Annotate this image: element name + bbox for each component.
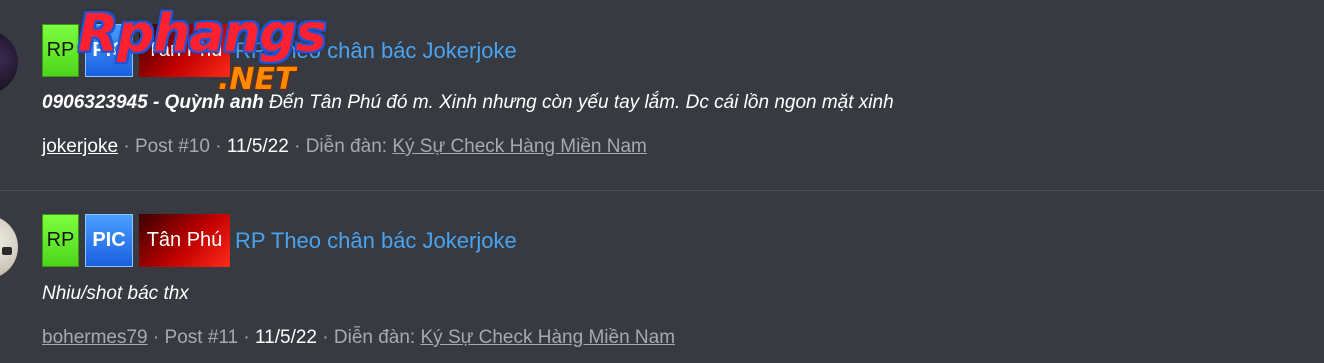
snippet-text: Đến Tân Phú đó m. Xinh nhưng còn yếu tay… <box>263 92 894 113</box>
forum-label: Diễn đàn: <box>333 327 416 348</box>
thread-title-link[interactable]: RP Theo chân bác Jokerjoke <box>235 38 517 64</box>
forum-link[interactable]: Ký Sự Check Hàng Miền Nam <box>392 136 647 157</box>
thread-title-link[interactable]: RP Theo chân bác Jokerjoke <box>235 228 517 254</box>
prefix-tag-pic[interactable]: PIC <box>85 214 133 267</box>
post-snippet[interactable]: Nhiu/shot bác thx <box>42 283 189 305</box>
forum-label: Diễn đàn: <box>305 136 388 157</box>
snippet-text: Nhiu/shot bác thx <box>42 283 189 304</box>
post-meta: bohermes79 · Post #11 · 11/5/22 · Diễn đ… <box>42 327 675 349</box>
thread-title-row: RP PIC Tân Phú RP Theo chân bác Jokerjok… <box>42 23 517 78</box>
meta-separator: · <box>209 136 227 157</box>
meta-separator: · <box>288 136 306 157</box>
thread-title-row: RP PIC Tân Phú RP Theo chân bác Jokerjok… <box>42 213 517 268</box>
prefix-tag-location[interactable]: Tân Phú <box>139 214 230 267</box>
post-date: 11/5/22 <box>255 327 317 348</box>
post-snippet[interactable]: 0906323945 - Quỳnh anh Đến Tân Phú đó m.… <box>42 92 894 114</box>
prefix-tag-pic[interactable]: PIC <box>85 24 133 77</box>
post-number: Post #11 <box>164 327 239 348</box>
prefix-tag-location[interactable]: Tân Phú <box>139 24 230 77</box>
post-meta: jokerjoke · Post #10 · 11/5/22 · Diễn đà… <box>42 136 647 158</box>
meta-separator: · <box>147 327 165 348</box>
search-result-item: RP PIC Tân Phú RP Theo chân bác Jokerjok… <box>0 0 1324 191</box>
forum-link[interactable]: Ký Sự Check Hàng Miền Nam <box>421 327 676 348</box>
meta-separator: · <box>118 136 135 157</box>
prefix-tag-rp[interactable]: RP <box>42 214 79 267</box>
prefix-tag-rp[interactable]: RP <box>42 24 79 77</box>
search-result-item: RP PIC Tân Phú RP Theo chân bác Jokerjok… <box>0 191 1324 363</box>
snippet-highlight: 0906323945 - Quỳnh anh <box>42 92 264 113</box>
author-link[interactable]: bohermes79 <box>42 327 148 348</box>
author-link[interactable]: jokerjoke <box>42 136 118 157</box>
avatar[interactable] <box>0 30 18 94</box>
meta-separator: · <box>316 327 334 348</box>
avatar[interactable] <box>0 215 18 279</box>
search-results-list: RP PIC Tân Phú RP Theo chân bác Jokerjok… <box>0 0 1324 363</box>
meta-separator: · <box>238 327 255 348</box>
post-date: 11/5/22 <box>226 136 289 157</box>
post-number: Post #10 <box>134 136 210 157</box>
